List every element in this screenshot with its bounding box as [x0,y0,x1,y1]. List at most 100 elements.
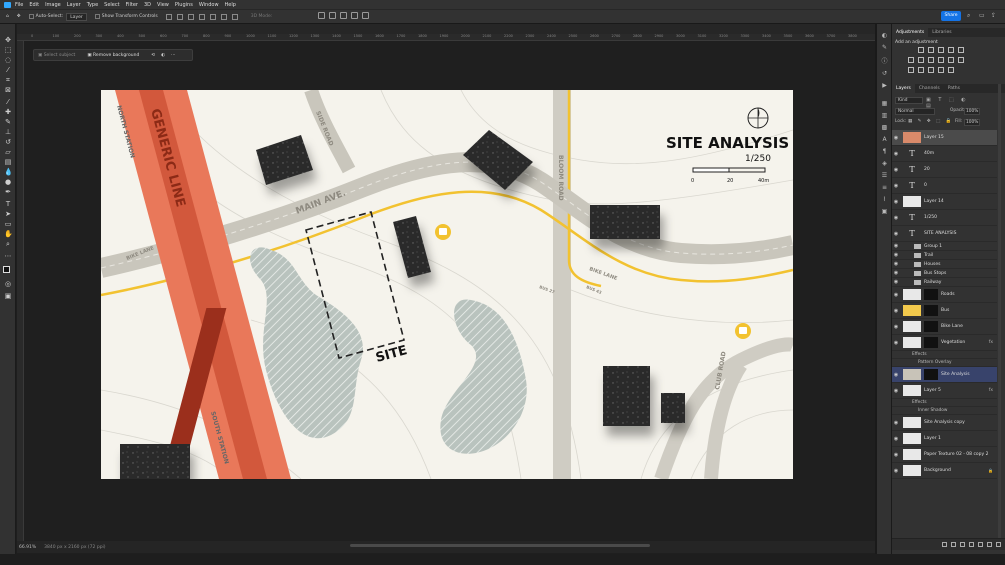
workspace-icon[interactable]: ▭ [979,12,986,19]
character-panel-icon[interactable]: A [881,136,888,143]
layer-row[interactable]: ◉ Paper Texture 02 - 08 copy 2 [892,447,997,463]
tab-adjustments[interactable]: Adjustments [892,28,929,37]
layer-mask-thumbnail[interactable] [924,337,938,348]
menu-plugins[interactable]: Plugins [175,2,193,8]
new-adjustment-icon[interactable] [969,542,974,547]
more-tools-icon[interactable]: ⋯ [4,252,12,260]
align-middle-icon[interactable] [209,13,216,20]
layer-filter-icons[interactable]: ▣ T ⬚ ◐ ▤ [926,97,976,109]
brush-panel-icon[interactable]: ✎ [881,44,888,51]
auto-select-checkbox[interactable] [28,14,34,19]
eyedropper-tool-icon[interactable]: ⁄ [4,98,12,106]
more-icon[interactable]: ⋯ [171,53,176,58]
paths-panel-icon[interactable]: ⌇ [881,196,888,203]
hue-saturation-icon[interactable] [908,57,914,63]
layer-mask-thumbnail[interactable] [924,289,938,300]
fx-icon[interactable]: fx [989,340,993,345]
visibility-eye-icon[interactable]: ◉ [892,151,900,157]
more-options-icon[interactable] [231,13,238,20]
align-right-icon[interactable] [187,13,194,20]
layer-group-row[interactable]: ◉ Trail [892,251,997,260]
screen-mode-icon[interactable]: ▣ [4,292,12,300]
select-subject-button[interactable]: ▣ Select subject [38,53,81,58]
menu-edit[interactable]: Edit [29,2,39,8]
layer-filter-kind[interactable]: Kind [895,97,923,104]
delete-layer-icon[interactable] [996,542,1001,547]
brightness-icon[interactable] [918,47,924,53]
opacity-field[interactable]: 100% [964,108,980,115]
visibility-eye-icon[interactable]: ◉ [892,388,900,394]
effect-row[interactable]: Effects [892,399,997,407]
layer-row[interactable]: ◉ T 40m [892,146,997,162]
3d-panel-icon[interactable]: ◈ [881,160,888,167]
link-layers-icon[interactable] [942,542,947,547]
effect-row[interactable]: Inner Shadow [892,407,997,415]
layer-group-row[interactable]: ◉ Group 1 [892,242,997,251]
posterize-icon[interactable] [918,67,924,73]
document-size[interactable]: 3840 px x 2160 px (72 ppi) [44,545,105,550]
visibility-eye-icon[interactable]: ◉ [892,468,900,474]
gradients-panel-icon[interactable]: ▥ [881,112,888,119]
auto-select-dropdown[interactable]: Layer [66,12,87,21]
layer-group-row[interactable]: ◉ Railway [892,278,997,287]
visibility-eye-icon[interactable]: ◉ [892,215,900,221]
menu-view[interactable]: View [157,2,169,8]
history-brush-tool-icon[interactable]: ↺ [4,138,12,146]
path-selection-tool-icon[interactable]: ➤ [4,210,12,218]
effect-row[interactable]: Pattern Overlay [892,359,997,367]
vertical-ruler[interactable] [17,41,24,541]
layer-row[interactable]: ◉ T 1/250 [892,210,997,226]
layer-row[interactable]: ◉ T 0 [892,178,997,194]
swatches-panel-icon[interactable]: ▦ [881,100,888,107]
styles-panel-icon[interactable]: ▣ [881,208,888,215]
magic-wand-tool-icon[interactable]: ⁄ [4,66,12,74]
menu-filter[interactable]: Filter [126,2,138,8]
menu-select[interactable]: Select [104,2,119,8]
info-panel-icon[interactable]: ⓘ [881,58,888,65]
effect-row[interactable]: Effects [892,351,997,359]
exposure-icon[interactable] [948,47,954,53]
share-arrow-icon[interactable]: ⇪ [991,12,998,19]
layer-mask-thumbnail[interactable] [924,369,938,380]
new-layer-icon[interactable] [987,542,992,547]
history-panel-icon[interactable]: ↺ [881,70,888,77]
layer-row[interactable]: ◉ Layer 1 [892,431,997,447]
brush-tool-icon[interactable]: ✎ [4,118,12,126]
move-tool-icon[interactable]: ✥ [4,36,12,44]
3d-pan-icon[interactable] [340,12,347,19]
selective-color-icon[interactable] [948,67,954,73]
visibility-eye-icon[interactable]: ◉ [892,340,900,346]
visibility-eye-icon[interactable]: ◉ [892,270,900,276]
menu-3d[interactable]: 3D [144,2,151,8]
layer-row[interactable]: ◉ T 20 [892,162,997,178]
channel-mixer-icon[interactable] [948,57,954,63]
search-icon[interactable]: ⌕ [967,12,974,19]
tab-libraries[interactable]: Libraries [928,30,955,35]
layer-mask-thumbnail[interactable] [924,321,938,332]
home-icon[interactable]: ⌂ [6,14,9,19]
adjust-icon[interactable]: ◐ [161,53,165,58]
generative-icon[interactable]: ⟲ [151,53,155,58]
type-tool-icon[interactable]: T [4,200,12,208]
curves-icon[interactable] [938,47,944,53]
color-lookup-icon[interactable] [958,57,964,63]
lasso-tool-icon[interactable]: ◌ [4,56,12,64]
add-mask-icon[interactable] [960,542,965,547]
tab-layers[interactable]: Layers [892,84,915,93]
layer-style-icon[interactable] [951,542,956,547]
gradient-map-icon[interactable] [938,67,944,73]
visibility-eye-icon[interactable]: ◉ [892,279,900,285]
blend-mode-dropdown[interactable]: Normal [895,108,935,115]
gradient-tool-icon[interactable]: ▤ [4,158,12,166]
layer-group-row[interactable]: ◉ Houses [892,260,997,269]
visibility-eye-icon[interactable]: ◉ [892,452,900,458]
align-left-icon[interactable] [165,13,172,20]
zoom-tool-icon[interactable]: ⌕ [4,240,12,248]
clone-stamp-tool-icon[interactable]: ⊥ [4,128,12,136]
zoom-level[interactable]: 66.91% [19,545,36,550]
menu-layer[interactable]: Layer [67,2,81,8]
layer-row[interactable]: ◉ Roads [892,287,997,303]
layer-row[interactable]: ◉ Layer 5 fx [892,383,997,399]
color-balance-icon[interactable] [918,57,924,63]
3d-scale-icon[interactable] [362,12,369,19]
